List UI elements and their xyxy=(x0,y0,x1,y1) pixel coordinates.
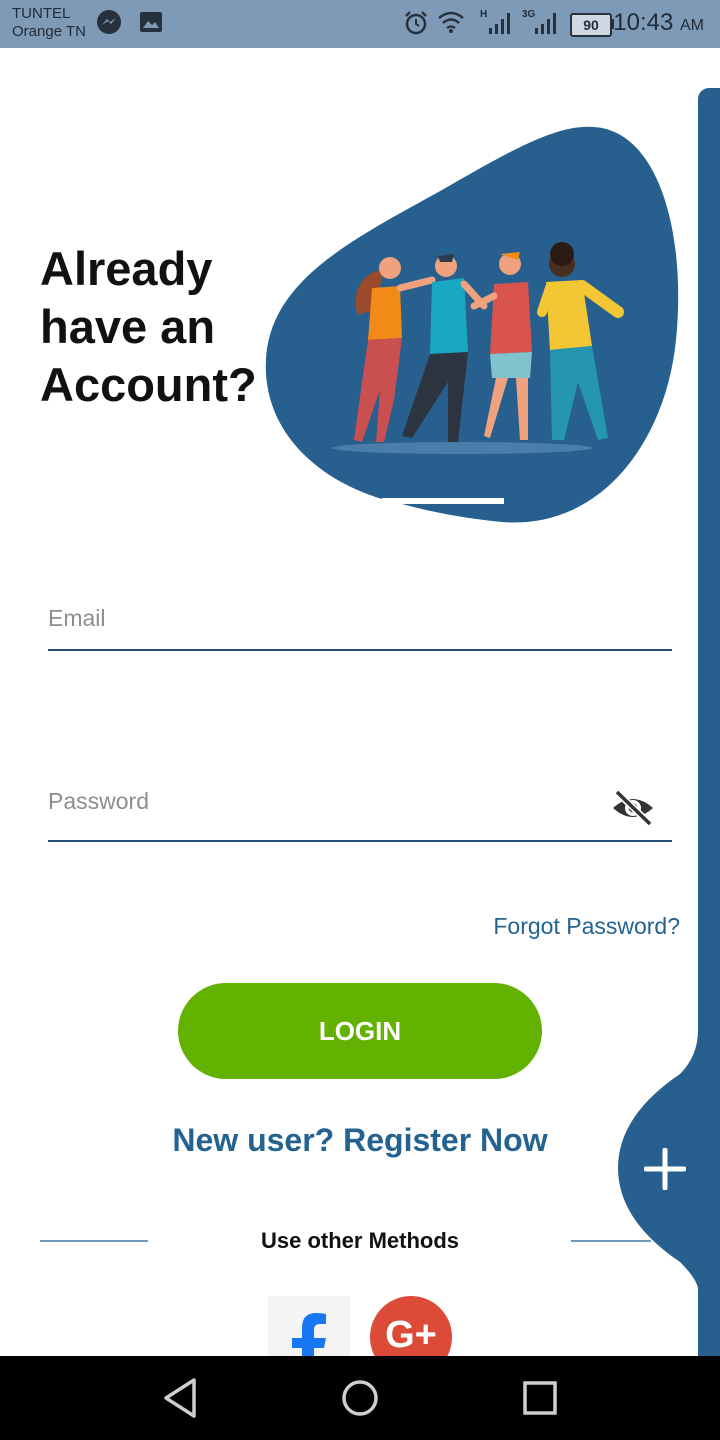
google-plus-icon: G+ xyxy=(385,1314,437,1356)
system-navigation-bar xyxy=(0,1356,720,1440)
people-illustration xyxy=(265,126,679,523)
login-button[interactable]: LOGIN xyxy=(178,983,542,1079)
add-icon[interactable] xyxy=(644,1148,686,1190)
status-bar: TUNTEL Orange TN H 3G 90 10:43 AM xyxy=(0,0,720,48)
alarm-icon xyxy=(405,11,427,35)
signal-icon xyxy=(535,13,556,34)
messenger-icon xyxy=(97,10,121,34)
carrier-name: TUNTEL Orange TN xyxy=(12,5,86,41)
title-line2: have an xyxy=(40,300,216,353)
home-icon[interactable] xyxy=(340,1376,380,1420)
password-field xyxy=(48,788,672,842)
recent-apps-icon[interactable] xyxy=(520,1376,560,1420)
eye-off-icon[interactable] xyxy=(610,788,656,828)
illustration-floor-line xyxy=(382,498,504,504)
battery-level: 90 xyxy=(583,17,599,33)
clock-time: 10:43 xyxy=(613,9,674,36)
gallery-icon xyxy=(140,12,162,32)
signal-icon xyxy=(489,13,510,34)
carrier-line1: TUNTEL xyxy=(12,5,71,22)
clock-ampm: AM xyxy=(680,17,704,34)
email-field xyxy=(48,605,672,651)
wifi-icon xyxy=(438,11,464,33)
illustration-blob xyxy=(265,126,679,523)
title-line3: Account? xyxy=(40,358,257,411)
password-input[interactable] xyxy=(48,788,588,815)
battery-icon: 90 xyxy=(570,13,612,37)
carrier-line2: Orange TN xyxy=(12,23,86,40)
back-icon[interactable] xyxy=(160,1376,200,1420)
forgot-password-link[interactable]: Forgot Password? xyxy=(493,913,680,940)
clock: 10:43 AM xyxy=(613,9,704,37)
page-title: Already have an Account? xyxy=(40,240,280,414)
title-line1: Already xyxy=(40,242,213,295)
email-input[interactable] xyxy=(48,605,588,632)
illustration-shadow xyxy=(332,442,592,454)
